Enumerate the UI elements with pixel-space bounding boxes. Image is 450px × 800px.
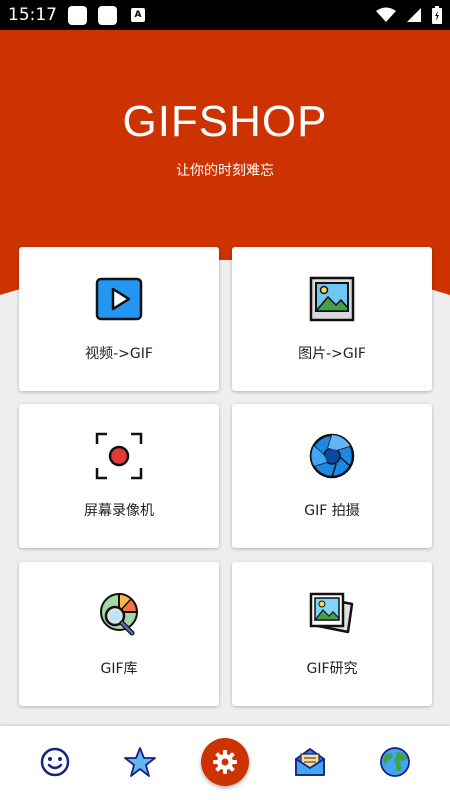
picture-icon [309,276,355,322]
notification-icon [98,5,117,25]
screen-recorder-card[interactable]: 屏幕录像机 [19,404,219,548]
status-bar: 15:17 A [0,0,450,30]
gif-research-icon [309,592,354,634]
bottom-navigation [0,726,450,800]
gif-research-card[interactable]: GIF研究 [232,562,432,706]
card-label: 屏幕录像机 [84,503,154,519]
gif-capture-card[interactable]: GIF 拍摄 [232,404,432,548]
keyboard-notification-icon: A [131,8,145,22]
video-play-icon [95,277,143,321]
settings-button[interactable] [201,738,249,786]
picture-to-gif-card[interactable]: 图片->GIF [232,247,432,391]
gif-library-card[interactable]: GIF库 [19,562,219,706]
globe-icon[interactable] [379,746,411,778]
signal-icon [407,8,421,22]
star-icon[interactable] [124,746,156,778]
card-label: GIF研究 [306,661,358,677]
mail-icon[interactable] [294,746,326,778]
app-title: GIFSHOP [122,97,328,146]
gif-library-icon [100,592,139,636]
wifi-icon [376,7,396,22]
settings-gear-icon [213,750,237,774]
smiley-icon[interactable] [39,746,71,778]
screen-record-icon [95,432,143,480]
card-label: 视频->GIF [85,346,153,362]
card-label: 图片->GIF [298,346,366,362]
card-label: GIF 拍摄 [304,503,360,519]
battery-icon [432,6,442,24]
card-label: GIF库 [100,661,138,677]
app-subtitle: 让你的时刻难忘 [176,163,274,179]
status-time: 15:17 [8,5,57,25]
video-to-gif-card[interactable]: 视频->GIF [19,247,219,391]
notification-icon [68,5,87,25]
camera-aperture-icon [309,433,355,479]
status-indicators [376,6,442,24]
